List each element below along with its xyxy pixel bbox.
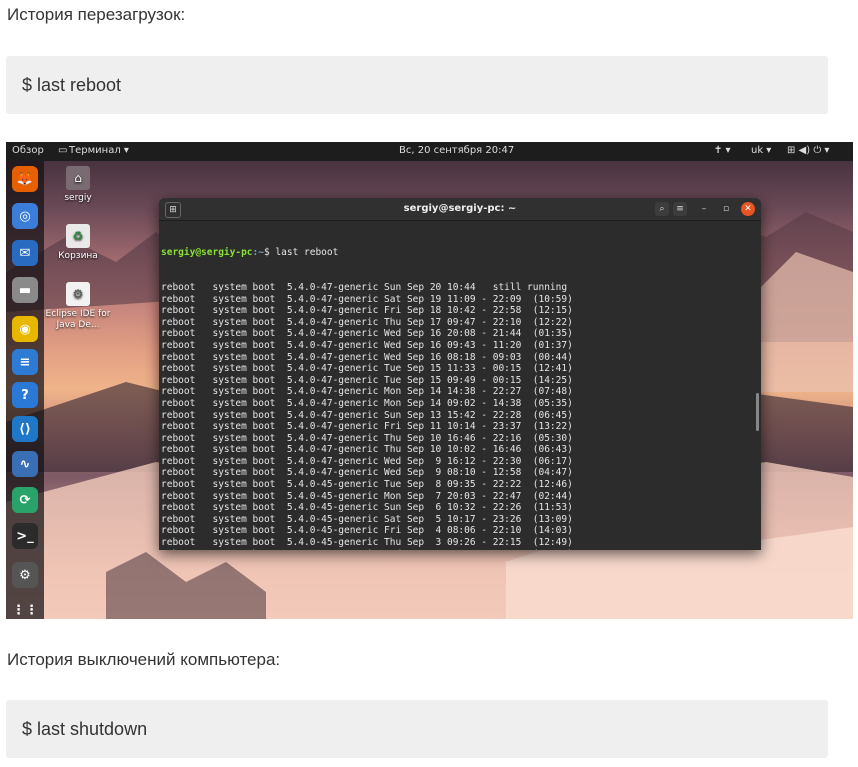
terminal-output-line: reboot system boot 5.4.0-45-generic Wed … — [161, 549, 757, 550]
prompt-command: $ last reboot — [263, 247, 339, 259]
terminal-output-line: reboot system boot 5.4.0-47-generic Mon … — [161, 386, 573, 398]
terminal-output-line: reboot system boot 5.4.0-47-generic Wed … — [161, 351, 573, 363]
terminal-output-line: reboot system boot 5.4.0-47-generic Thu … — [161, 432, 573, 444]
prompt-user: sergiy@sergiy-pc — [161, 247, 253, 259]
terminal-output-line: reboot system boot 5.4.0-47-generic Wed … — [161, 339, 573, 351]
help-icon[interactable]: ? — [12, 382, 38, 408]
terminal-title: sergiy@sergiy-pc: ~ — [403, 203, 517, 214]
terminal-window[interactable]: ⊞ sergiy@sergiy-pc: ~ ⌕ ≡ – ▫ ✕ sergiy@s… — [159, 198, 761, 550]
terminal-output-line: reboot system boot 5.4.0-47-generic Fri … — [161, 421, 573, 433]
software-updater-icon[interactable]: ⟳ — [12, 487, 38, 513]
firefox-icon[interactable]: 🦊 — [12, 166, 38, 192]
terminal-output-line: reboot system boot 5.4.0-47-generic Tue … — [161, 363, 573, 375]
activities-button[interactable]: Обзор — [12, 145, 44, 156]
trash-icon: ♻ — [66, 224, 90, 248]
settings-icon[interactable]: ⚙ — [12, 562, 38, 588]
desktop-icon-trash[interactable]: ♻ Корзина — [43, 224, 113, 262]
maximize-icon[interactable]: ▫ — [719, 202, 733, 216]
chromium-icon[interactable]: ◎ — [12, 203, 38, 229]
terminal-output-line: reboot system boot 5.4.0-45-generic Thu … — [161, 537, 573, 549]
desktop-icon-label: sergiy — [64, 193, 92, 203]
thunderbird-icon[interactable]: ✉ — [12, 240, 38, 266]
keyboard-layout-indicator[interactable]: uk ▾ — [751, 145, 771, 156]
reboot-history-heading: История перезагрузок: — [7, 5, 186, 24]
clock[interactable]: Вс, 20 сентября 20:47 — [399, 145, 514, 156]
home-folder-icon: ⌂ — [66, 166, 90, 190]
close-icon[interactable]: ✕ — [741, 202, 755, 216]
accessibility-menu[interactable]: ✝ ▾ — [714, 145, 731, 156]
terminal-output-line: reboot system boot 5.4.0-45-generic Fri … — [161, 525, 573, 537]
terminal-output-line: reboot system boot 5.4.0-47-generic Thu … — [161, 444, 573, 456]
prompt-path: :~ — [252, 247, 264, 259]
vscode-icon[interactable]: ⟨⟩ — [12, 416, 38, 442]
app-menu[interactable]: Терминал ▾ — [69, 145, 129, 156]
terminal-output-line: reboot system boot 5.4.0-47-generic Sat … — [161, 293, 573, 305]
shutdown-history-heading: История выключений компьютера: — [7, 650, 281, 669]
desktop-icon-home[interactable]: ⌂ sergiy — [43, 166, 113, 204]
minimize-icon[interactable]: – — [697, 202, 711, 216]
terminal-output-line: reboot system boot 5.4.0-45-generic Sun … — [161, 502, 573, 514]
writer-icon[interactable]: ≡ — [12, 349, 38, 375]
desktop-screenshot: Обзор ▭ Терминал ▾ Вс, 20 сентября 20:47… — [6, 142, 853, 619]
reboot-command-block[interactable]: $ last reboot — [6, 56, 828, 114]
desktop-icon-eclipse[interactable]: ⚙ Eclipse IDE for Java De... — [43, 282, 113, 331]
terminal-output[interactable]: sergiy@sergiy-pc:~$ last reboot reboot s… — [161, 224, 757, 550]
show-apps-icon[interactable]: ⋮⋮ — [12, 597, 38, 619]
terminal-prompt-line: sergiy@sergiy-pc:~$ last reboot — [161, 247, 757, 259]
system-status-menu[interactable]: ⊞ ◀) ⏻ ▾ — [787, 145, 829, 156]
terminal-output-line: reboot system boot 5.4.0-47-generic Wed … — [161, 455, 573, 467]
terminal-output-line: reboot system boot 5.4.0-47-generic Mon … — [161, 397, 573, 409]
terminal-output-line: reboot system boot 5.4.0-47-generic Wed … — [161, 328, 573, 340]
system-monitor-icon[interactable]: ∿ — [12, 451, 38, 477]
gnome-top-bar: Обзор ▭ Терминал ▾ Вс, 20 сентября 20:47… — [6, 142, 853, 161]
shutdown-command-block[interactable]: $ last shutdown — [6, 700, 828, 758]
dock: 🦊 ◎ ✉ ▬ ◉ ≡? ⟨⟩ ∿ ⟳ >_ ⚙ ⋮⋮ — [6, 161, 44, 619]
terminal-output-line: reboot system boot 5.4.0-47-generic Wed … — [161, 467, 573, 479]
terminal-icon[interactable]: >_ — [12, 523, 38, 549]
desktop-icon-label: Корзина — [58, 251, 98, 261]
terminal-output-line: reboot system boot 5.4.0-47-generic Sun … — [161, 409, 573, 421]
desktop-icon-label: Eclipse IDE for Java De... — [45, 309, 111, 330]
rhythmbox-icon[interactable]: ◉ — [12, 316, 38, 342]
terminal-app-icon: ▭ — [58, 145, 68, 156]
terminal-output-line: reboot system boot 5.4.0-47-generic Thu … — [161, 316, 573, 328]
terminal-scrollbar[interactable] — [756, 393, 759, 431]
terminal-output-line: reboot system boot 5.4.0-45-generic Tue … — [161, 479, 573, 491]
search-icon[interactable]: ⌕ — [655, 202, 669, 216]
menu-icon[interactable]: ≡ — [673, 202, 687, 216]
terminal-output-line: reboot system boot 5.4.0-47-generic Fri … — [161, 305, 573, 317]
terminal-output-line: reboot system boot 5.4.0-47-generic Sun … — [161, 281, 568, 293]
eclipse-icon: ⚙ — [66, 282, 90, 306]
terminal-titlebar[interactable]: ⊞ sergiy@sergiy-pc: ~ ⌕ ≡ – ▫ ✕ — [159, 198, 761, 221]
terminal-output-line: reboot system boot 5.4.0-45-generic Mon … — [161, 490, 573, 502]
files-icon[interactable]: ▬ — [12, 277, 38, 303]
terminal-output-line: reboot system boot 5.4.0-45-generic Sat … — [161, 513, 573, 525]
terminal-output-line: reboot system boot 5.4.0-47-generic Tue … — [161, 374, 573, 386]
